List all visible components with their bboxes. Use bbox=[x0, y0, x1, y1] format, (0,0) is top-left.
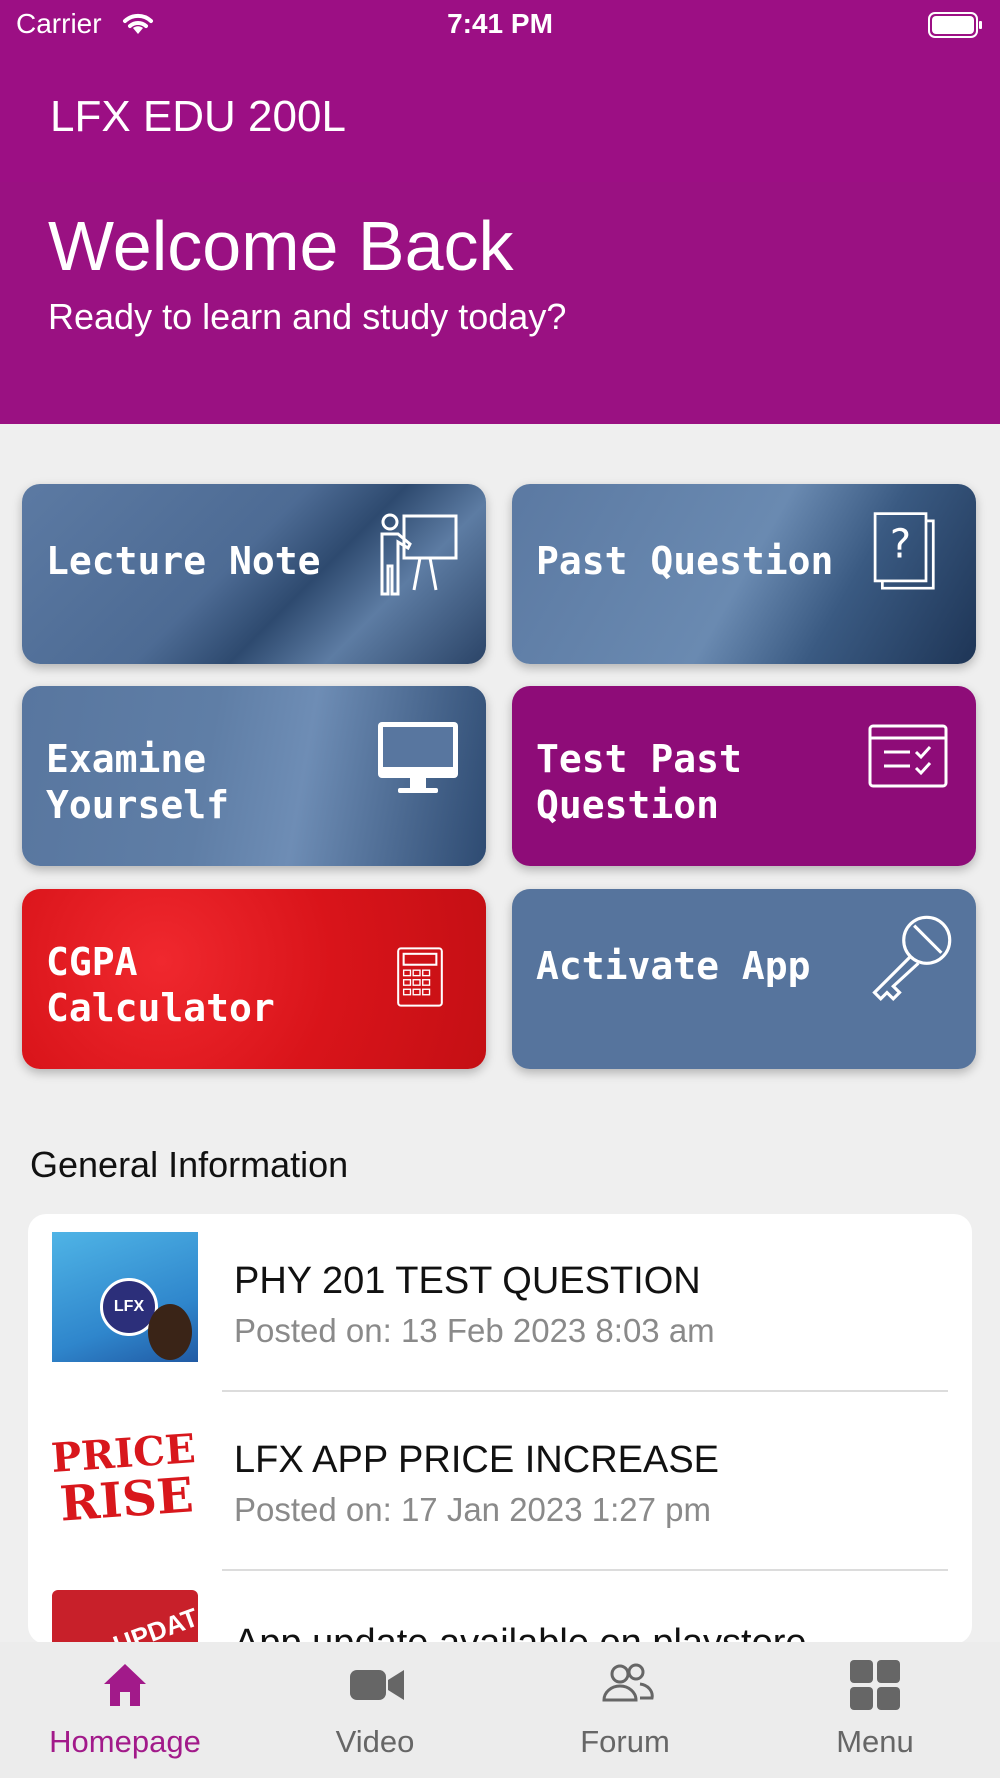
video-camera-icon bbox=[350, 1670, 404, 1700]
grid-menu-icon bbox=[850, 1660, 900, 1710]
tab-label: Menu bbox=[836, 1724, 914, 1759]
test-past-question-card[interactable]: Test Past Question bbox=[512, 686, 976, 866]
post-thumbnail: PRICE RISE bbox=[52, 1411, 198, 1557]
card-label: Examine Yourself bbox=[46, 736, 229, 828]
home-icon bbox=[104, 1664, 146, 1706]
past-question-card[interactable]: Past Question ? bbox=[512, 484, 976, 664]
people-icon bbox=[602, 1663, 654, 1702]
post-title: App update available on playstore bbox=[234, 1622, 807, 1644]
welcome-heading: Welcome Back bbox=[48, 207, 514, 285]
thumbnail-stamp-line2: RISE bbox=[58, 1467, 196, 1533]
card-label: CGPA Calculator bbox=[46, 939, 275, 1031]
card-label-line2: Yourself bbox=[46, 783, 230, 827]
tab-label: Homepage bbox=[49, 1724, 201, 1759]
general-information-title: General Information bbox=[30, 1144, 349, 1185]
tab-bar: Homepage Video Forum Menu bbox=[0, 1642, 1000, 1778]
card-label: Test Past Question bbox=[536, 736, 742, 828]
divider bbox=[222, 1569, 948, 1571]
card-label-line1: Examine bbox=[46, 737, 207, 781]
thumbnail-footer bbox=[52, 1362, 198, 1378]
card-label-line1: CGPA bbox=[46, 940, 138, 984]
examine-yourself-card[interactable]: Examine Yourself bbox=[22, 686, 486, 866]
list-item[interactable]: PRICE RISE LFX APP PRICE INCREASE Posted… bbox=[28, 1393, 972, 1571]
key-icon bbox=[872, 915, 952, 1002]
post-date: Posted on: 17 Jan 2023 1:27 pm bbox=[234, 1491, 712, 1528]
question-document-icon: ? bbox=[873, 512, 935, 590]
tab-homepage[interactable]: Homepage bbox=[0, 1642, 250, 1778]
header: Carrier 7:41 PM LFX EDU 200L Welcome Bac… bbox=[0, 0, 1000, 424]
status-time: 7:41 PM bbox=[447, 8, 553, 39]
post-date: Posted on: 13 Feb 2023 8:03 am bbox=[234, 1312, 715, 1349]
app-title: LFX EDU 200L bbox=[50, 92, 346, 141]
card-label: Past Question bbox=[536, 539, 834, 583]
activate-app-card[interactable]: Activate App bbox=[512, 889, 976, 1069]
tab-label: Forum bbox=[580, 1724, 670, 1759]
card-label: Activate App bbox=[536, 944, 811, 988]
list-item[interactable]: LFX PHY 201 TEST QUESTION Posted on: 13 … bbox=[28, 1214, 972, 1392]
card-label-line2: Question bbox=[536, 783, 720, 827]
divider bbox=[222, 1390, 948, 1392]
list-item[interactable]: UPDAT App update available on playstore bbox=[28, 1572, 972, 1644]
lecture-note-card[interactable]: Lecture Note bbox=[22, 484, 486, 664]
welcome-subtitle: Ready to learn and study today? bbox=[48, 296, 567, 337]
card-label-line1: Test Past bbox=[536, 737, 742, 781]
thumbnail-text: UPDAT bbox=[109, 1601, 198, 1644]
status-bar: Carrier 7:41 PM bbox=[0, 0, 1000, 52]
checklist-window-icon bbox=[868, 724, 948, 788]
general-information-list: LFX PHY 201 TEST QUESTION Posted on: 13 … bbox=[28, 1214, 972, 1644]
post-thumbnail: UPDAT bbox=[52, 1590, 198, 1644]
tab-menu[interactable]: Menu bbox=[750, 1642, 1000, 1778]
thumbnail-person bbox=[148, 1304, 192, 1360]
card-label-line2: Calculator bbox=[46, 986, 275, 1030]
battery-icon bbox=[928, 12, 984, 43]
thumbnail-stamp: PRICE RISE bbox=[52, 1425, 198, 1533]
teacher-board-icon bbox=[380, 513, 458, 596]
tab-forum[interactable]: Forum bbox=[500, 1642, 750, 1778]
svg-text:?: ? bbox=[890, 521, 911, 567]
post-thumbnail: LFX bbox=[52, 1232, 198, 1378]
post-title: PHY 201 TEST QUESTION bbox=[234, 1260, 701, 1302]
post-title: LFX APP PRICE INCREASE bbox=[234, 1439, 720, 1481]
monitor-icon bbox=[378, 722, 458, 793]
calculator-icon bbox=[397, 947, 443, 1007]
tab-label: Video bbox=[335, 1724, 415, 1759]
tab-video[interactable]: Video bbox=[250, 1642, 500, 1778]
card-label: Lecture Note bbox=[46, 539, 321, 583]
cgpa-calculator-card[interactable]: CGPA Calculator bbox=[22, 889, 486, 1069]
